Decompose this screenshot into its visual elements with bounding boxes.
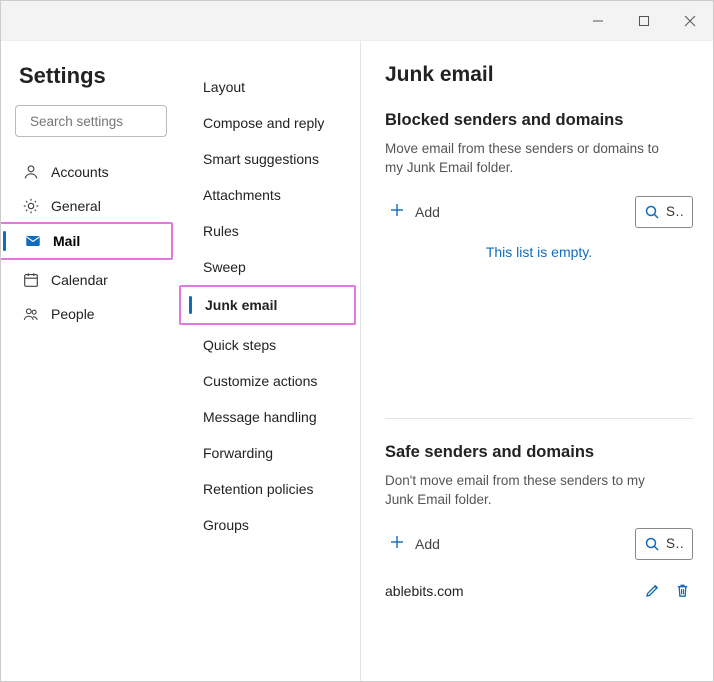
sidebar: Settings Accounts General Mail [1,41,181,681]
sidebar-item-label: Calendar [51,272,108,288]
blocked-title: Blocked senders and domains [385,111,693,130]
sidebar-item-mail[interactable]: Mail [17,224,165,258]
person-icon [21,163,41,181]
delete-button[interactable] [671,580,693,602]
submenu-item-layout[interactable]: Layout [181,69,360,105]
submenu-item-groups[interactable]: Groups [181,507,360,543]
titlebar [1,1,713,41]
sidebar-item-general[interactable]: General [15,189,167,223]
submenu: Layout Compose and reply Smart suggestio… [181,41,361,681]
body: Settings Accounts General Mail [1,41,713,681]
sidebar-title: Settings [15,63,167,89]
close-button[interactable] [667,1,713,41]
submenu-highlight: Junk email [179,285,356,325]
safe-desc: Don't move email from these senders to m… [385,472,675,510]
scroll-area[interactable]: Blocked senders and domains Move email f… [385,111,699,681]
maximize-button[interactable] [621,1,667,41]
blocked-add-button[interactable]: Add [385,198,444,225]
safe-item-value: ablebits.com [385,583,633,599]
submenu-item-rules[interactable]: Rules [181,213,360,249]
submenu-item-forwarding[interactable]: Forwarding [181,435,360,471]
submenu-item-sweep[interactable]: Sweep [181,249,360,285]
search-label: S… [666,536,684,551]
sidebar-highlight: Mail [1,222,173,260]
sidebar-item-accounts[interactable]: Accounts [15,155,167,189]
plus-icon [389,202,405,221]
safe-actions: Add S… [385,528,693,560]
content: Junk email Blocked senders and domains M… [361,41,713,681]
mail-icon [23,232,43,250]
safe-search-button[interactable]: S… [635,528,693,560]
page-title: Junk email [385,63,699,87]
search-label: S… [666,204,684,219]
close-icon [684,15,696,27]
submenu-item-attachments[interactable]: Attachments [181,177,360,213]
minimize-icon [592,15,604,27]
add-label: Add [415,536,440,552]
submenu-item-compose[interactable]: Compose and reply [181,105,360,141]
submenu-item-messagehandling[interactable]: Message handling [181,399,360,435]
safe-list-item: ablebits.com [385,576,693,606]
safe-title: Safe senders and domains [385,443,693,462]
submenu-item-quicksteps[interactable]: Quick steps [181,327,360,363]
sidebar-item-label: Accounts [51,164,109,180]
minimize-button[interactable] [575,1,621,41]
people-icon [21,305,41,323]
submenu-item-retention[interactable]: Retention policies [181,471,360,507]
plus-icon [389,534,405,553]
divider [385,418,693,419]
sidebar-item-label: Mail [53,233,80,249]
blocked-actions: Add S… [385,196,693,228]
submenu-item-junk[interactable]: Junk email [181,287,354,323]
pencil-icon [644,582,661,599]
submenu-item-customize[interactable]: Customize actions [181,363,360,399]
add-label: Add [415,204,440,220]
maximize-icon [638,15,650,27]
search-settings[interactable] [15,105,167,137]
calendar-icon [21,271,41,289]
sidebar-item-people[interactable]: People [15,297,167,331]
search-icon [644,204,660,220]
search-icon [644,536,660,552]
sidebar-item-label: People [51,306,95,322]
blocked-desc: Move email from these senders or domains… [385,140,675,178]
settings-window: Settings Accounts General Mail [0,0,714,682]
blocked-empty: This list is empty. [385,244,693,260]
sidebar-item-calendar[interactable]: Calendar [15,263,167,297]
blocked-search-button[interactable]: S… [635,196,693,228]
sidebar-item-label: General [51,198,101,214]
gear-icon [21,197,41,215]
edit-button[interactable] [641,580,663,602]
trash-icon [674,582,691,599]
safe-add-button[interactable]: Add [385,530,444,557]
submenu-item-smart[interactable]: Smart suggestions [181,141,360,177]
